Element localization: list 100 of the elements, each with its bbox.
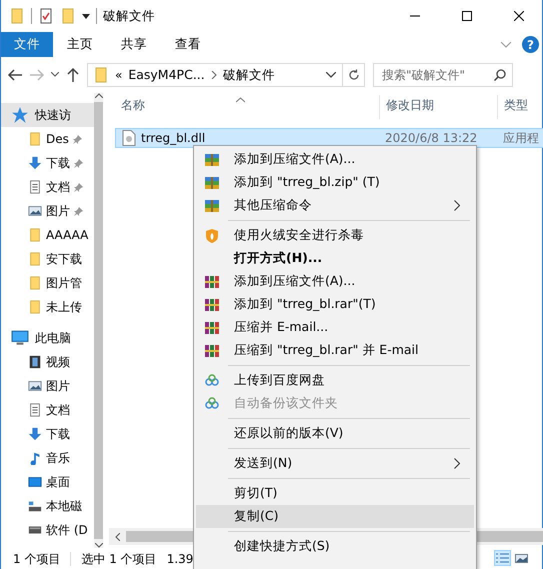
help-button[interactable]: ?: [522, 36, 539, 53]
sidebar-item[interactable]: 图片管: [1, 271, 94, 295]
desktop-icon: [28, 475, 42, 489]
menu-item[interactable]: 压缩并 E-mail...: [196, 316, 474, 339]
up-arrow-icon[interactable]: [65, 67, 81, 83]
folder-icon: [28, 252, 42, 266]
folder-icon: [28, 132, 42, 146]
cloud-icon: [204, 372, 220, 388]
scroll-up-icon: [94, 93, 102, 98]
menu-item[interactable]: 添加到压缩文件(A)...: [196, 270, 474, 293]
search-field[interactable]: 搜索"破解文件": [373, 63, 513, 87]
archive-icon: [204, 198, 220, 214]
books-icon: [204, 320, 220, 336]
download-icon: [28, 427, 42, 441]
picture-icon: [515, 552, 528, 564]
breadcrumb[interactable]: EasyM4PC...: [128, 66, 205, 84]
shield-icon: [204, 228, 220, 244]
file-icon: [122, 130, 136, 146]
menu-item[interactable]: 打开方式(H)...: [196, 247, 474, 270]
menu-item[interactable]: 创建快捷方式(S): [196, 535, 474, 558]
sidebar-item[interactable]: 快速访: [1, 103, 94, 127]
sidebar-item[interactable]: 桌面: [1, 470, 94, 494]
breadcrumb[interactable]: 破解文件: [222, 66, 275, 84]
ribbon-tab[interactable]: 共享: [107, 32, 161, 57]
books-icon: [204, 296, 220, 312]
picture-icon: [28, 379, 42, 393]
document-icon: [28, 180, 42, 194]
books-icon: [204, 274, 220, 290]
menu-item[interactable]: 使用火绒安全进行杀毒: [196, 224, 474, 247]
archive-icon: [204, 152, 220, 168]
breadcrumb-overflow[interactable]: «: [115, 66, 122, 84]
sidebar-item[interactable]: 文档: [1, 398, 94, 422]
document-icon: [28, 403, 42, 417]
sort-caret-icon: [236, 96, 245, 103]
monitor-icon: [11, 329, 29, 347]
sidebar-item[interactable]: 音乐: [1, 446, 94, 470]
sidebar-item[interactable]: 图片: [1, 374, 94, 398]
table-cell-text: 2020/6/8 13:22: [385, 130, 478, 147]
scroll-left-icon: [115, 532, 120, 540]
scroll-down-icon: [94, 543, 102, 548]
sidebar-item[interactable]: 安下载: [1, 247, 94, 271]
menu-item[interactable]: 其他压缩命令: [196, 194, 474, 217]
sidebar-item[interactable]: 本地磁: [1, 494, 94, 518]
maximize-icon: [462, 11, 472, 21]
drive-icon: [28, 499, 42, 513]
refresh-icon[interactable]: [348, 69, 360, 81]
picture-icon: [28, 204, 42, 218]
close-icon: [514, 11, 524, 21]
list-icon: [496, 552, 509, 564]
books-icon: [204, 342, 220, 358]
folder-icon: [28, 228, 42, 242]
sidebar-item[interactable]: 软件 (D: [1, 518, 94, 542]
sidebar-item[interactable]: 图片: [1, 199, 94, 223]
menu-item[interactable]: 复制(C): [196, 505, 474, 528]
ribbon-tab[interactable]: 主页: [53, 32, 107, 57]
sidebar-item[interactable]: AAAAA: [1, 223, 94, 247]
menu-item[interactable]: 上传到百度网盘: [196, 369, 474, 392]
chevron-down-icon[interactable]: [326, 72, 336, 78]
menu-item[interactable]: 添加到 "trreg_bl.zip" (T): [196, 171, 474, 194]
column-header[interactable]: 类型: [498, 95, 543, 119]
menu-item[interactable]: 添加到压缩文件(A)...: [196, 148, 474, 171]
chevron-down-icon[interactable]: [51, 72, 59, 78]
caret-icon[interactable]: [82, 12, 90, 20]
selection-size: 1.39: [166, 550, 194, 568]
folder-icon: [28, 276, 42, 290]
selection-info: 选中 1 个项目: [81, 550, 157, 568]
sidebar-item[interactable]: 文档: [1, 175, 94, 199]
menu-item[interactable]: 剪切(T): [196, 482, 474, 505]
scrollbar[interactable]: [94, 93, 103, 548]
sidebar-item[interactable]: 下载: [1, 151, 94, 175]
folder-icon: [28, 300, 42, 314]
sidebar-item[interactable]: 未上传: [1, 295, 94, 319]
file-row[interactable]: trreg_bl.dll 2020/6/8 13:22 应用程: [115, 128, 543, 148]
sidebar-item[interactable]: 此电脑: [1, 326, 94, 350]
window-title: 破解文件: [103, 6, 156, 25]
film-icon: [28, 355, 42, 369]
sidebar-item[interactable]: 视频: [1, 350, 94, 374]
chevron-right-icon: [210, 71, 217, 79]
details-view-button[interactable]: [494, 550, 511, 566]
column-header[interactable]: 修改日期: [380, 95, 498, 119]
menu-item[interactable]: 发送到(N): [196, 452, 474, 475]
download-icon: [28, 156, 42, 170]
music-note-icon: [28, 451, 42, 465]
file-menu-tab[interactable]: 文件: [1, 32, 53, 57]
table-cell-text: 应用程: [503, 130, 539, 147]
menu-item[interactable]: 压缩到 "trreg_bl.rar" 并 E-mail: [196, 339, 474, 362]
sidebar-item[interactable]: 下载: [1, 422, 94, 446]
column-header[interactable]: 名称: [115, 95, 380, 119]
properties-icon[interactable]: [38, 8, 54, 24]
address-bar[interactable]: « EasyM4PC... 破解文件: [87, 63, 365, 87]
folder-icon: [93, 67, 109, 83]
menu-item[interactable]: 还原以前的版本(V): [196, 422, 474, 445]
ribbon-tab[interactable]: 查看: [161, 32, 215, 57]
archive-icon: [204, 174, 220, 190]
folder-icon: [9, 8, 25, 24]
search-icon: [494, 69, 506, 81]
sidebar-item[interactable]: Des: [1, 127, 94, 151]
back-arrow-icon[interactable]: [7, 67, 23, 83]
item-count: 1 个项目: [13, 550, 60, 568]
menu-item[interactable]: 添加到 "trreg_bl.rar"(T): [196, 293, 474, 316]
